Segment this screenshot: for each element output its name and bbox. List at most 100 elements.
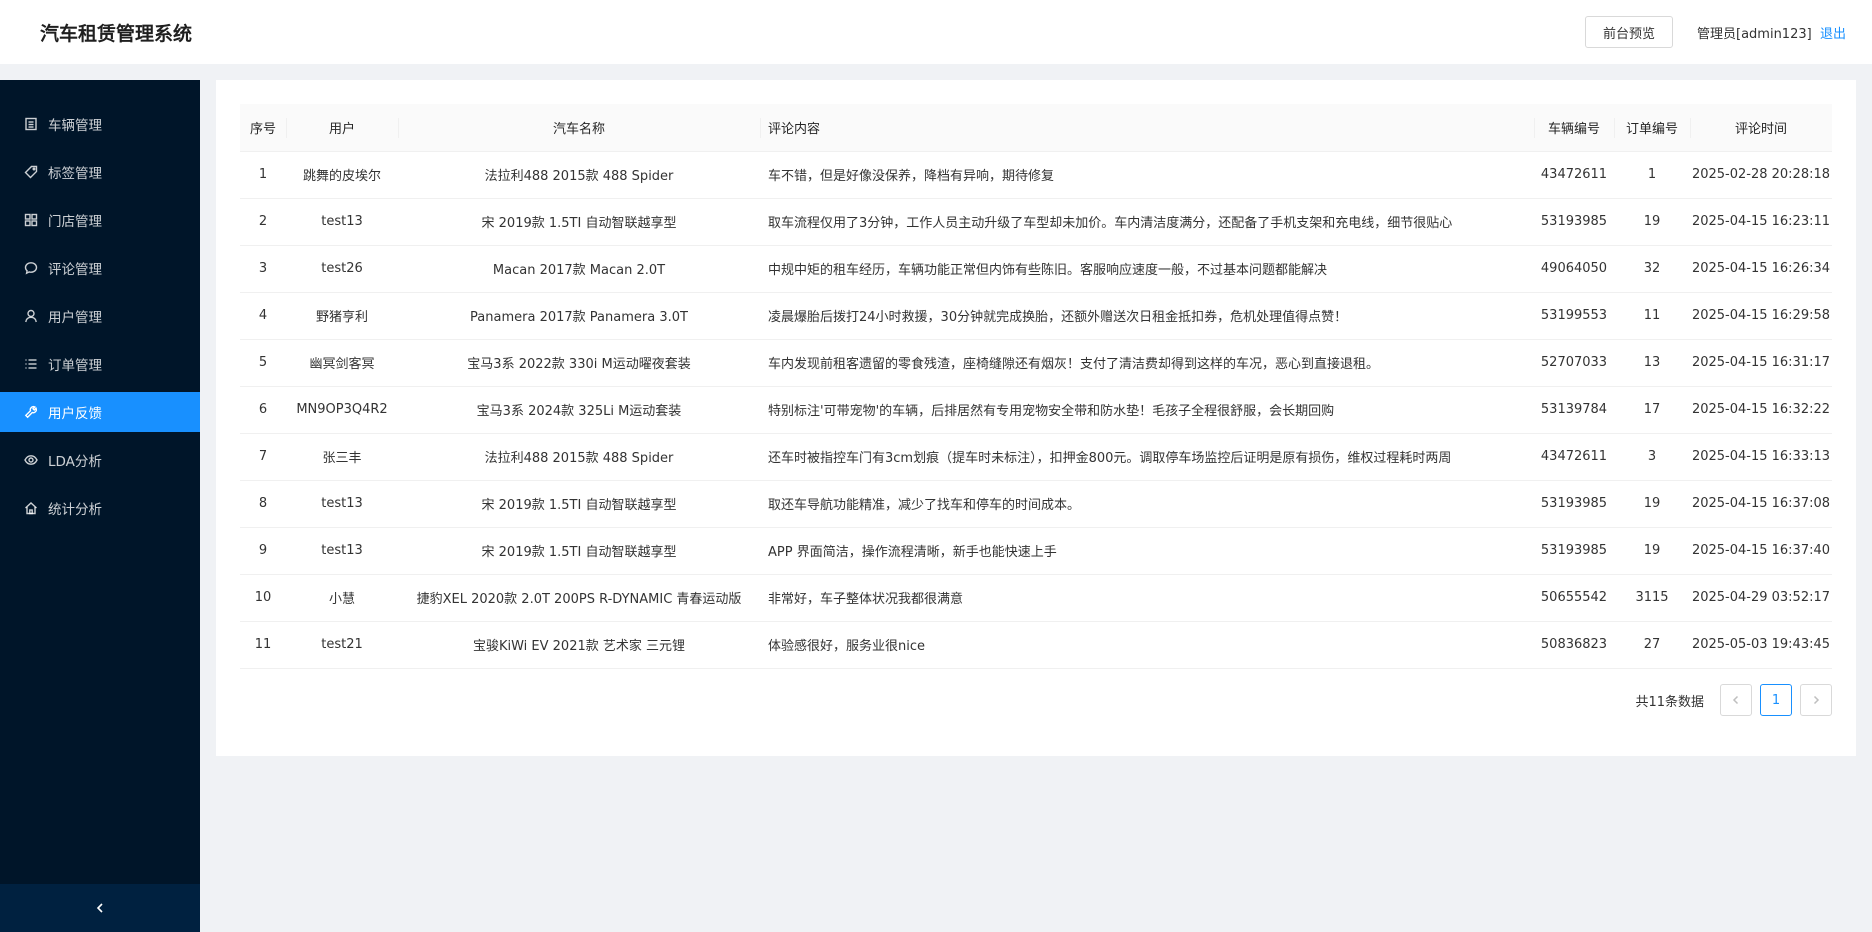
admin-username: 管理员[admin123] <box>1697 27 1812 42</box>
sidebar-item-lda-analysis[interactable]: LDA分析 <box>0 440 200 480</box>
logout-link[interactable]: 退出 <box>1820 23 1846 42</box>
tool-icon <box>24 405 38 419</box>
table-row: 4 野猪亨利 Panamera 2017款 Panamera 3.0T 凌晨爆胎后拨打… <box>240 292 1832 340</box>
cell-order-no: 27 <box>1614 621 1690 669</box>
sidebar-item-feedback[interactable]: 用户反馈 <box>0 392 200 432</box>
cell-vehicle-no: 53139784 <box>1534 386 1614 434</box>
cell-car-name: Macan 2017款 Macan 2.0T <box>398 245 760 293</box>
cell-comment-time: 2025-05-03 19:43:45 <box>1690 621 1832 669</box>
cell-order-no: 1 <box>1614 151 1690 199</box>
table-row: 11 test21 宝骏KiWi EV 2021款 艺术家 三元锂 体验感很好，服务业… <box>240 621 1832 669</box>
chevron-left-icon <box>94 899 106 918</box>
cell-seq: 7 <box>240 433 286 481</box>
cell-car-name: 捷豹XEL 2020款 2.0T 200PS R-DYNAMIC 青春运动版 <box>398 574 760 622</box>
sidebar-item-users[interactable]: 用户管理 <box>0 296 200 336</box>
cell-car-name: 宋 2019款 1.5TI 自动智联越享型 <box>398 198 760 246</box>
column-header-vehicle-no: 车辆编号 <box>1534 104 1614 152</box>
cell-seq: 3 <box>240 245 286 293</box>
column-header-comment: 评论内容 <box>760 104 1534 152</box>
table-row: 1 跳舞的皮埃尔 法拉利488 2015款 488 Spider 车不错，但是好像没保… <box>240 151 1832 199</box>
cell-order-no: 11 <box>1614 292 1690 340</box>
cell-car-name: 宝骏KiWi EV 2021款 艺术家 三元锂 <box>398 621 760 669</box>
cell-comment-time: 2025-04-15 16:37:40 <box>1690 527 1832 575</box>
cell-car-name: Panamera 2017款 Panamera 3.0T <box>398 292 760 340</box>
column-header-comment-time: 评论时间 <box>1690 104 1832 152</box>
cell-vehicle-no: 50655542 <box>1534 574 1614 622</box>
top-header: 汽车租赁管理系统 前台预览 管理员[admin123] 退出 <box>0 0 1872 64</box>
cell-comment: 车内发现前租客遗留的零食残渣，座椅缝隙还有烟灰！支付了清洁费却得到这样的车况，恶… <box>760 339 1534 387</box>
cell-user: test13 <box>286 480 398 528</box>
cell-comment-time: 2025-04-29 03:52:17 <box>1690 574 1832 622</box>
cell-vehicle-no: 50836823 <box>1534 621 1614 669</box>
cell-comment: 取还车导航功能精准，减少了找车和停车的时间成本。 <box>760 480 1534 528</box>
cell-comment: 中规中矩的租车经历，车辆功能正常但内饰有些陈旧。客服响应速度一般，不过基本问题都… <box>760 245 1534 293</box>
chevron-right-icon <box>1811 695 1821 705</box>
cell-car-name: 宝马3系 2024款 325Li M运动套装 <box>398 386 760 434</box>
table-row: 6 MN9OP3Q4R2 宝马3系 2024款 325Li M运动套装 特别标注'可带… <box>240 386 1832 434</box>
cell-vehicle-no: 53193985 <box>1534 198 1614 246</box>
cell-comment: 车不错，但是好像没保养，降档有异响，期待修复 <box>760 151 1534 199</box>
sidebar-item-statistics[interactable]: 统计分析 <box>0 488 200 528</box>
cell-user: 幽冥剑客冥 <box>286 339 398 387</box>
cell-user: 小慧 <box>286 574 398 622</box>
cell-user: test21 <box>286 621 398 669</box>
order-icon <box>24 357 38 371</box>
cell-comment: 凌晨爆胎后拨打24小时救援，30分钟就完成换胎，还额外赠送次日租金抵扣券，危机处… <box>760 292 1534 340</box>
cell-vehicle-no: 53193985 <box>1534 527 1614 575</box>
cell-order-no: 32 <box>1614 245 1690 293</box>
cell-order-no: 17 <box>1614 386 1690 434</box>
total-count: 共11条数据 <box>1635 694 1704 710</box>
cell-seq: 5 <box>240 339 286 387</box>
table-row: 10 小慧 捷豹XEL 2020款 2.0T 200PS R-DYNAMIC 青春运… <box>240 574 1832 622</box>
table-row: 2 test13 宋 2019款 1.5TI 自动智联越享型 取车流程仅用了3分钟，工… <box>240 198 1832 246</box>
table-row: 7 张三丰 法拉利488 2015款 488 Spider 还车时被指控车门有3cm划… <box>240 433 1832 481</box>
cell-seq: 9 <box>240 527 286 575</box>
sidebar-item-label: 用户管理 <box>48 310 102 326</box>
chevron-left-icon <box>1731 695 1741 705</box>
table-body: 1 跳舞的皮埃尔 法拉利488 2015款 488 Spider 车不错，但是好像没保… <box>240 151 1832 669</box>
column-header-seq: 序号 <box>240 104 286 152</box>
cell-comment-time: 2025-04-15 16:33:13 <box>1690 433 1832 481</box>
sidebar-item-label: 评论管理 <box>48 262 102 278</box>
cell-comment: 取车流程仅用了3分钟，工作人员主动升级了车型却未加价。车内清洁度满分，还配备了手… <box>760 198 1534 246</box>
app-title: 汽车租赁管理系统 <box>40 23 193 45</box>
table-row: 9 test13 宋 2019款 1.5TI 自动智联越享型 APP 界面简洁，操作流… <box>240 527 1832 575</box>
frontend-preview-button[interactable]: 前台预览 <box>1585 16 1673 48</box>
cell-car-name: 法拉利488 2015款 488 Spider <box>398 151 760 199</box>
cell-comment-time: 2025-04-15 16:26:34 <box>1690 245 1832 293</box>
page-number-button[interactable]: 1 <box>1760 684 1792 716</box>
cell-car-name: 法拉利488 2015款 488 Spider <box>398 433 760 481</box>
main-content: 序号 用户 汽车名称 评论内容 车辆编号 订单编号 评论时间 1 跳舞的皮埃尔 法拉利488 2… <box>216 80 1856 756</box>
sidebar-item-vehicles[interactable]: 车辆管理 <box>0 104 200 144</box>
table-row: 5 幽冥剑客冥 宝马3系 2022款 330i M运动曜夜套装 车内发现前租客遗留的零… <box>240 339 1832 387</box>
comment-icon <box>24 261 38 275</box>
next-page-button[interactable] <box>1800 684 1832 716</box>
sidebar-item-label: 订单管理 <box>48 358 102 374</box>
sidebar-item-stores[interactable]: 门店管理 <box>0 200 200 240</box>
cell-comment: 特别标注'可带宠物'的车辆，后排居然有专用宠物安全带和防水垫！毛孩子全程很舒服，… <box>760 386 1534 434</box>
cell-user: test13 <box>286 527 398 575</box>
cell-user: 跳舞的皮埃尔 <box>286 151 398 199</box>
sidebar-item-orders[interactable]: 订单管理 <box>0 344 200 384</box>
cell-comment: 还车时被指控车门有3cm划痕（提车时未标注），扣押金800元。调取停车场监控后证… <box>760 433 1534 481</box>
cell-order-no: 3 <box>1614 433 1690 481</box>
table-header: 序号 用户 汽车名称 评论内容 车辆编号 订单编号 评论时间 <box>240 104 1832 152</box>
sidebar-item-tags[interactable]: 标签管理 <box>0 152 200 192</box>
sidebar-collapse-button[interactable] <box>0 884 200 932</box>
sidebar-menu: 车辆管理 标签管理 门店管理 评论管理 用户管理 订单管理 用户反馈 LDA分析… <box>0 80 200 528</box>
home-icon <box>24 501 38 515</box>
cell-comment: 体验感很好，服务业很nice <box>760 621 1534 669</box>
cell-comment-time: 2025-04-15 16:37:08 <box>1690 480 1832 528</box>
cell-seq: 1 <box>240 151 286 199</box>
sidebar-item-label: 标签管理 <box>48 166 102 182</box>
cell-order-no: 3115 <box>1614 574 1690 622</box>
sidebar-item-label: 车辆管理 <box>48 118 102 134</box>
sidebar-item-comments[interactable]: 评论管理 <box>0 248 200 288</box>
cell-comment-time: 2025-04-15 16:23:11 <box>1690 198 1832 246</box>
prev-page-button[interactable] <box>1720 684 1752 716</box>
cell-user: MN9OP3Q4R2 <box>286 386 398 434</box>
cell-order-no: 13 <box>1614 339 1690 387</box>
store-icon <box>24 213 38 227</box>
feedback-table: 序号 用户 汽车名称 评论内容 车辆编号 订单编号 评论时间 1 跳舞的皮埃尔 法拉利488 2… <box>240 104 1832 669</box>
eye-icon <box>24 453 38 467</box>
